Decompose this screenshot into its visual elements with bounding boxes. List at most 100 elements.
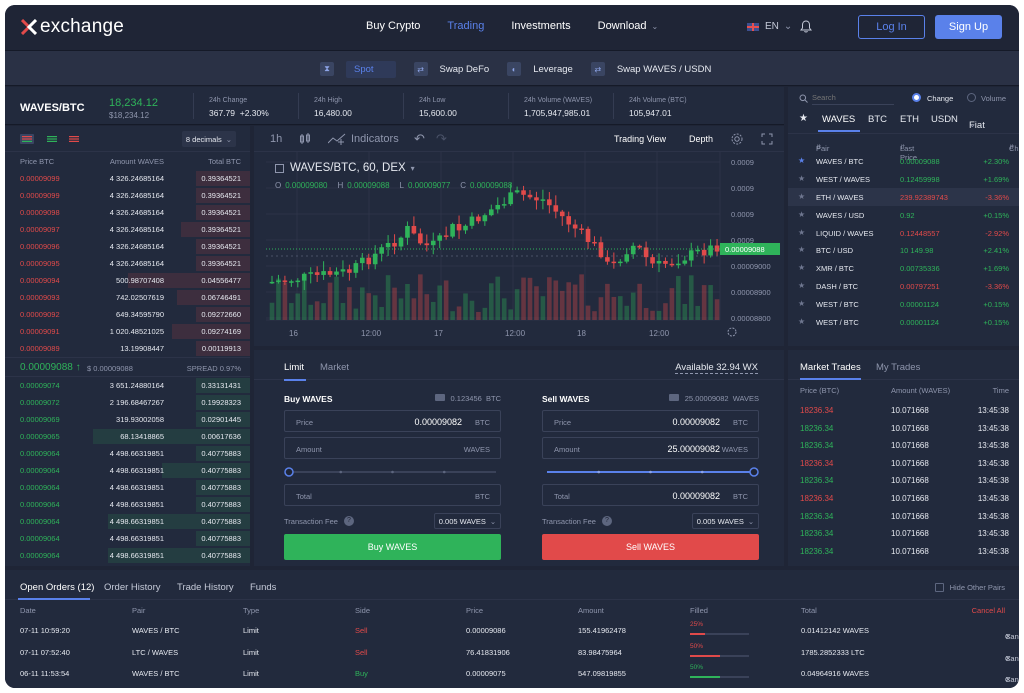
bid-row[interactable]: 0.00009064 4 498.66319851 0.40775883 — [5, 530, 250, 547]
pair-row[interactable]: ★ WAVES / BTC 0.00009088 +2.30% — [788, 152, 1019, 170]
tab-usdn[interactable]: USDN — [931, 114, 958, 125]
pairs-search-input[interactable] — [812, 91, 894, 105]
ask-row[interactable]: 0.00009094 500.98707408 0.04556477 — [5, 272, 250, 289]
tab-limit[interactable]: Limit — [284, 362, 307, 381]
trading-view-tab[interactable]: Trading View — [614, 134, 666, 144]
fullscreen-icon[interactable] — [761, 133, 773, 145]
sell-fee-select[interactable]: 0.005 WAVES ⌄ — [692, 513, 759, 529]
login-button[interactable]: Log In — [858, 15, 925, 39]
signup-button[interactable]: Sign Up — [935, 15, 1002, 39]
bid-row[interactable]: 0.00009064 4 498.66319851 0.40775883 — [5, 479, 250, 496]
redo-icon[interactable]: ↷ — [436, 131, 447, 147]
tab-trade-history[interactable]: Trade History — [177, 582, 234, 593]
buy-price-field[interactable]: Price 0.00009082 BTC — [284, 410, 501, 432]
orderbook-bids-view-icon[interactable] — [45, 134, 59, 144]
pair-row[interactable]: ★ LIQUID / WAVES 0.12448557 -2.92% — [788, 224, 1019, 242]
ask-row[interactable]: 0.00009099 4 326.24685164 0.39364521 — [5, 170, 250, 187]
help-icon[interactable]: ? — [343, 516, 354, 526]
tab-eth[interactable]: ETH — [900, 114, 919, 125]
ask-row[interactable]: 0.00009095 4 326.24685164 0.39364521 — [5, 255, 250, 272]
ask-row[interactable]: 0.00009089 13.19908447 0.00119913 — [5, 340, 250, 357]
ask-row[interactable]: 0.00009091 1 020.48521025 0.09274169 — [5, 323, 250, 340]
decimals-select[interactable]: 8 decimals ⌄ — [182, 131, 236, 147]
bid-row[interactable]: 0.00009074 3 651.24880164 0.33131431 — [5, 377, 250, 394]
orderbook-both-view-icon[interactable] — [20, 134, 34, 144]
pair-row[interactable]: ★ BTC / USD 10 149.98 +2.41% — [788, 241, 1019, 259]
sell-price-field[interactable]: Price 0.00009082 BTC — [542, 410, 759, 432]
tab-market[interactable]: Market — [320, 362, 349, 373]
cancel-all-button[interactable]: Cancel All — [972, 606, 1005, 615]
tab-funds[interactable]: Funds — [250, 582, 276, 593]
bell-icon[interactable] — [800, 20, 812, 33]
bid-row[interactable]: 0.00009069 319.93002058 0.02901445 — [5, 411, 250, 428]
bid-row[interactable]: 0.00009064 4 498.66319851 0.40775883 — [5, 496, 250, 513]
sell-amount-field[interactable]: Amount 25.00009082 WAVES — [542, 437, 759, 459]
buy-amount-slider[interactable] — [284, 467, 501, 477]
favorite-star-icon[interactable]: ★ — [798, 299, 805, 308]
language-selector[interactable]: EN ⌄ — [747, 21, 792, 32]
favorite-star-icon[interactable]: ★ — [798, 228, 805, 237]
pair-row[interactable]: ★ ETH / WAVES 239.92389743 -3.36% — [788, 187, 1019, 206]
legend-collapse-icon[interactable] — [275, 163, 284, 173]
undo-icon[interactable]: ↶ — [414, 131, 425, 147]
interval-button[interactable]: 1h — [270, 133, 282, 145]
mode-tab-leverage[interactable]: ◐ Leverage — [507, 60, 573, 78]
ask-row[interactable]: 0.00009096 4 326.24685164 0.39364521 — [5, 238, 250, 255]
favorite-star-icon[interactable]: ★ — [798, 245, 805, 254]
ask-row[interactable]: 0.00009099 4 326.24685164 0.39364521 — [5, 187, 250, 204]
pair-row[interactable]: ★ WEST / BTC 0.00001124 +0.15% — [788, 295, 1019, 313]
tab-btc[interactable]: BTC — [868, 114, 887, 125]
radio-volume[interactable] — [967, 93, 976, 102]
favorite-star-icon[interactable]: ★ — [798, 156, 805, 165]
tab-market-trades[interactable]: Market Trades — [800, 362, 861, 373]
favorite-star-icon[interactable]: ★ — [798, 263, 805, 272]
tab-waves[interactable]: WAVES — [822, 114, 855, 125]
favorite-star-icon[interactable]: ★ — [798, 210, 805, 219]
bid-row[interactable]: 0.00009064 4 498.66319851 0.40775883 — [5, 547, 250, 564]
favorites-star-icon[interactable]: ★ — [799, 113, 808, 124]
chevron-down-icon[interactable]: ▾ — [411, 164, 415, 173]
favorite-star-icon[interactable]: ★ — [798, 174, 805, 183]
sell-amount-slider[interactable] — [542, 467, 759, 477]
nav-link-download[interactable]: Download — [598, 20, 647, 32]
depth-tab[interactable]: Depth — [689, 134, 713, 144]
favorite-star-icon[interactable]: ★ — [798, 192, 805, 201]
buy-total-field[interactable]: Total BTC — [284, 484, 501, 506]
tab-my-trades[interactable]: My Trades — [876, 362, 920, 373]
nav-link-buy-crypto[interactable]: Buy Crypto — [366, 20, 420, 32]
mode-tab-spot[interactable]: ⧗ Spot — [320, 60, 396, 78]
bid-row[interactable]: 0.00009065 68.13418865 0.00617636 — [5, 428, 250, 445]
buy-fee-select[interactable]: 0.005 WAVES ⌄ — [434, 513, 501, 529]
bid-row[interactable]: 0.00009064 4 498.66319851 0.40775883 — [5, 445, 250, 462]
sell-button[interactable]: Sell WAVES — [542, 534, 759, 560]
favorite-star-icon[interactable]: ★ — [798, 317, 805, 326]
ask-row[interactable]: 0.00009098 4 326.24685164 0.39364521 — [5, 204, 250, 221]
indicators-icon[interactable] — [328, 133, 346, 145]
mode-tab-swap-defo[interactable]: ⇄ Swap DeFo — [413, 60, 489, 78]
bid-row[interactable]: 0.00009064 4 498.66319851 0.40775883 — [5, 462, 250, 479]
pair-row[interactable]: ★ WAVES / USD 0.92 +0.15% — [788, 206, 1019, 224]
bid-row[interactable]: 0.00009072 2 196.68467267 0.19928323 — [5, 394, 250, 411]
buy-button[interactable]: Buy WAVES — [284, 534, 501, 560]
hide-other-pairs-toggle[interactable]: Hide Other Pairs — [934, 583, 1005, 592]
nav-link-trading[interactable]: Trading — [447, 20, 484, 32]
settings-gear-icon[interactable] — [730, 132, 744, 146]
tab-order-history[interactable]: Order History — [104, 582, 160, 593]
candles-type-icon[interactable] — [299, 133, 311, 145]
radio-change[interactable] — [912, 93, 921, 102]
ask-row[interactable]: 0.00009092 649.34595790 0.09272660 — [5, 306, 250, 323]
pair-row[interactable]: ★ WEST / BTC 0.00001124 +0.15% — [788, 313, 1019, 331]
favorite-star-icon[interactable]: ★ — [798, 281, 805, 290]
sell-total-field[interactable]: Total 0.00009082 BTC — [542, 484, 759, 506]
ask-row[interactable]: 0.00009097 4 326.24685164 0.39364521 — [5, 221, 250, 238]
mode-tab-swap-waves-usdn[interactable]: ⇄ Swap WAVES / USDN — [590, 60, 711, 78]
orderbook-asks-view-icon[interactable] — [67, 134, 81, 144]
checkbox[interactable] — [934, 583, 944, 592]
indicators-button[interactable]: Indicators — [351, 133, 399, 145]
nav-link-investments[interactable]: Investments — [511, 20, 570, 32]
ask-row[interactable]: 0.00009093 742.02507619 0.06746491 — [5, 289, 250, 306]
logo[interactable]: exchange — [21, 15, 124, 39]
pair-row[interactable]: ★ XMR / BTC 0.00735336 +1.69% — [788, 259, 1019, 277]
pair-row[interactable]: ★ WEST / WAVES 0.12459998 +1.69% — [788, 170, 1019, 188]
tab-open-orders[interactable]: Open Orders (12) — [17, 582, 94, 600]
